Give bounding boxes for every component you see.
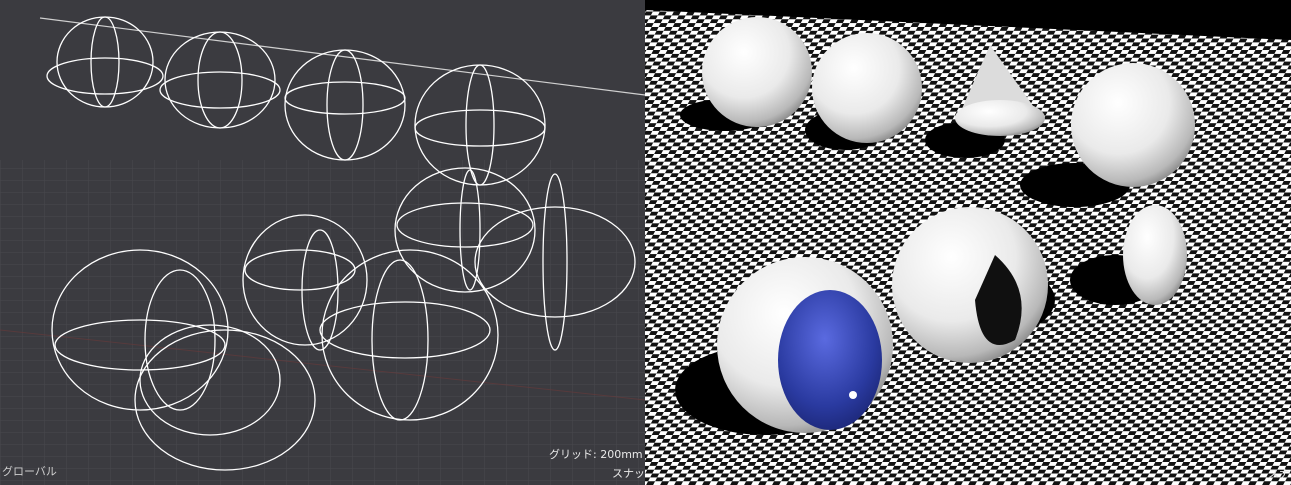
wireframe-canvas[interactable] <box>0 0 645 485</box>
render-sphere-2[interactable] <box>812 33 922 143</box>
render-canvas[interactable] <box>645 0 1291 485</box>
render-sphere-1[interactable] <box>702 17 812 127</box>
render-hemisphere[interactable] <box>1123 205 1187 305</box>
render-sphere-blue[interactable] <box>717 257 893 433</box>
snap-readout-right: スナ <box>1268 467 1290 480</box>
render-sphere-4[interactable] <box>1071 63 1195 187</box>
coordinate-mode-label[interactable]: グローバル <box>2 463 57 479</box>
wireframe-viewport[interactable]: グローバル グリッド: 200mm / スナップ: <box>0 0 645 485</box>
grid-size-readout: グリッド: 200mm / <box>549 448 645 461</box>
snap-readout: スナップ: <box>612 467 645 480</box>
render-sphere-5[interactable] <box>892 207 1048 363</box>
render-viewport[interactable]: スナ <box>645 0 1291 485</box>
